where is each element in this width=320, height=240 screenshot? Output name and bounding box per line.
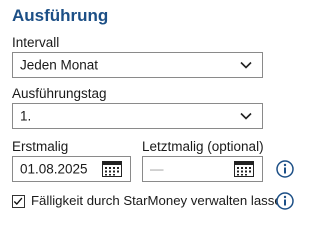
interval-label: Intervall [12,35,60,50]
calendar-icon[interactable] [234,161,254,177]
execution-day-select[interactable]: 1. [12,103,263,129]
calendar-icon[interactable] [102,161,122,177]
info-icon[interactable] [276,192,294,210]
last-date-input[interactable]: — [142,156,263,182]
checkmark-icon [13,197,23,206]
chevron-down-icon [240,112,252,120]
section-title: Ausführung [12,6,109,25]
interval-select[interactable]: Jeden Monat [12,52,263,78]
last-date-label: Letztmalig (optional) [142,139,264,154]
due-management-checkbox[interactable] [12,195,25,208]
first-date-input[interactable]: 01.08.2025 [12,156,131,182]
first-date-label: Erstmalig [12,139,69,154]
execution-day-label: Ausführungstag [12,86,107,101]
chevron-down-icon [240,61,252,69]
execution-day-value: 1. [20,108,32,124]
interval-value: Jeden Monat [20,57,99,73]
due-management-label[interactable]: Fälligkeit durch StarMoney verwalten las… [31,193,289,208]
info-icon[interactable] [276,160,294,178]
last-date-placeholder: — [150,161,164,177]
first-date-value: 01.08.2025 [20,161,88,177]
